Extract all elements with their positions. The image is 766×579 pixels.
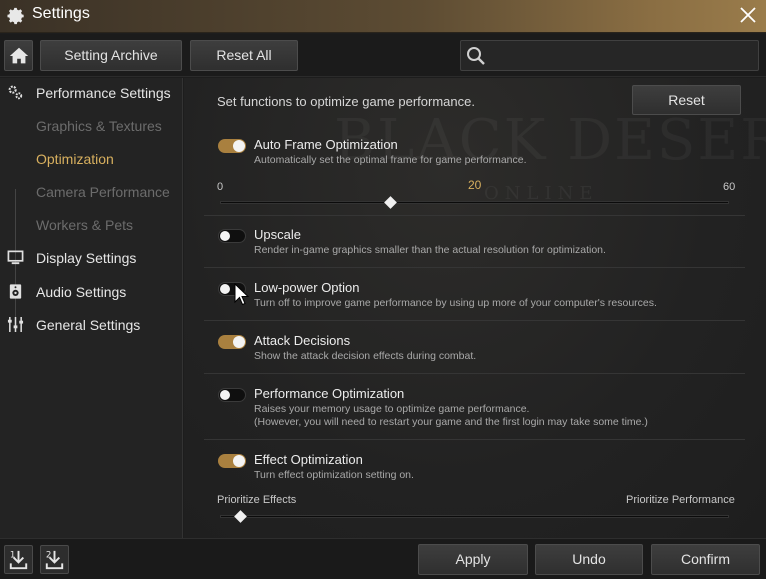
search-input[interactable] [493, 45, 753, 67]
home-button[interactable] [4, 40, 33, 71]
reset-button[interactable]: Reset [632, 85, 741, 115]
footer-bar: 1 2 Apply Undo Confirm [0, 538, 766, 579]
setting-archive-button[interactable]: Setting Archive [40, 40, 182, 71]
title-bar: Settings [0, 0, 766, 33]
effect-slider-right-label: Prioritize Performance [626, 494, 735, 506]
toggle-performance-optimization[interactable] [218, 388, 246, 402]
divider [204, 267, 745, 268]
toggle-auto-frame-optimization[interactable] [218, 139, 246, 153]
option-name: Low-power Option [254, 280, 360, 295]
sidebar-item-label: Camera Performance [36, 184, 170, 200]
speaker-icon [9, 284, 22, 299]
sidebar: Performance Settings Graphics & Textures… [0, 78, 183, 538]
search-box[interactable] [460, 40, 759, 71]
sidebar-item-optimization[interactable]: Optimization [0, 146, 183, 172]
effect-slider-track[interactable] [220, 515, 729, 518]
option-description: Turn off to improve game performance by … [254, 297, 657, 309]
confirm-button[interactable]: Confirm [651, 544, 760, 575]
toggle-upscale[interactable] [218, 229, 246, 243]
reset-all-button[interactable]: Reset All [190, 40, 298, 71]
toolbar: Setting Archive Reset All [0, 34, 766, 77]
download-2-icon: 2 [45, 551, 64, 570]
toggle-effect-optimization[interactable] [218, 454, 246, 468]
sidebar-item-workers-pets[interactable]: Workers & Pets [0, 212, 183, 238]
svg-text:1: 1 [10, 551, 16, 561]
frame-slider-value: 20 [468, 178, 482, 192]
option-description: Automatically set the optimal frame for … [254, 154, 527, 166]
divider [204, 215, 745, 216]
sidebar-item-label: General Settings [36, 317, 141, 333]
search-icon [467, 47, 485, 65]
mouse-cursor-icon [234, 283, 250, 306]
frame-slider-min: 0 [217, 181, 224, 193]
divider [204, 373, 745, 374]
sliders-icon [7, 316, 24, 333]
sidebar-item-general-settings[interactable]: General Settings [0, 312, 183, 338]
monitor-icon [7, 250, 24, 265]
frame-slider-thumb[interactable] [383, 196, 397, 209]
sidebar-item-label: Performance Settings [36, 85, 171, 101]
sidebar-item-label: Optimization [36, 151, 114, 167]
option-name: Attack Decisions [254, 333, 351, 348]
sidebar-item-graphics-textures[interactable]: Graphics & Textures [0, 113, 183, 139]
gear-icon [7, 7, 24, 25]
toggle-attack-decisions[interactable] [218, 335, 246, 349]
option-description: Raises your memory usage to optimize gam… [254, 403, 530, 415]
divider [204, 439, 745, 440]
sidebar-item-label: Graphics & Textures [36, 118, 162, 134]
close-icon[interactable] [738, 5, 758, 25]
download-1-icon: 1 [10, 551, 28, 570]
option-name: Performance Optimization [254, 386, 405, 401]
option-description: Turn effect optimization setting on. [254, 469, 414, 481]
svg-text:2: 2 [46, 551, 52, 561]
sidebar-item-audio-settings[interactable]: Audio Settings [0, 279, 183, 305]
option-description-note: (However, you will need to restart your … [254, 416, 648, 428]
option-description: Show the attack decision effects during … [254, 350, 477, 362]
effect-slider-left-label: Prioritize Effects [217, 494, 297, 506]
sidebar-item-label: Display Settings [36, 250, 137, 266]
sidebar-item-performance-settings[interactable]: Performance Settings [0, 80, 183, 106]
apply-button[interactable]: Apply [418, 544, 528, 575]
effect-slider-thumb[interactable] [234, 510, 248, 523]
frame-slider-max: 60 [723, 181, 736, 193]
sidebar-item-camera-performance[interactable]: Camera Performance [0, 179, 183, 205]
option-name: Auto Frame Optimization [254, 137, 398, 152]
options-panel: BLACK DESERT ONLINE Set functions to opt… [184, 78, 766, 538]
download-slot-1-button[interactable]: 1 [4, 545, 33, 574]
undo-button[interactable]: Undo [535, 544, 643, 575]
panel-intro-text: Set functions to optimize game performan… [217, 94, 475, 109]
window-title: Settings [32, 5, 90, 22]
frame-slider-track[interactable] [220, 201, 729, 204]
download-slot-2-button[interactable]: 2 [40, 545, 69, 574]
performance-gears-icon [8, 85, 23, 100]
sidebar-item-label: Workers & Pets [36, 217, 133, 233]
option-name: Upscale [254, 227, 301, 242]
divider [204, 320, 745, 321]
sidebar-item-label: Audio Settings [36, 284, 127, 300]
sidebar-item-display-settings[interactable]: Display Settings [0, 245, 183, 271]
option-name: Effect Optimization [254, 452, 363, 467]
home-icon [9, 47, 28, 64]
option-description: Render in-game graphics smaller than the… [254, 244, 606, 256]
